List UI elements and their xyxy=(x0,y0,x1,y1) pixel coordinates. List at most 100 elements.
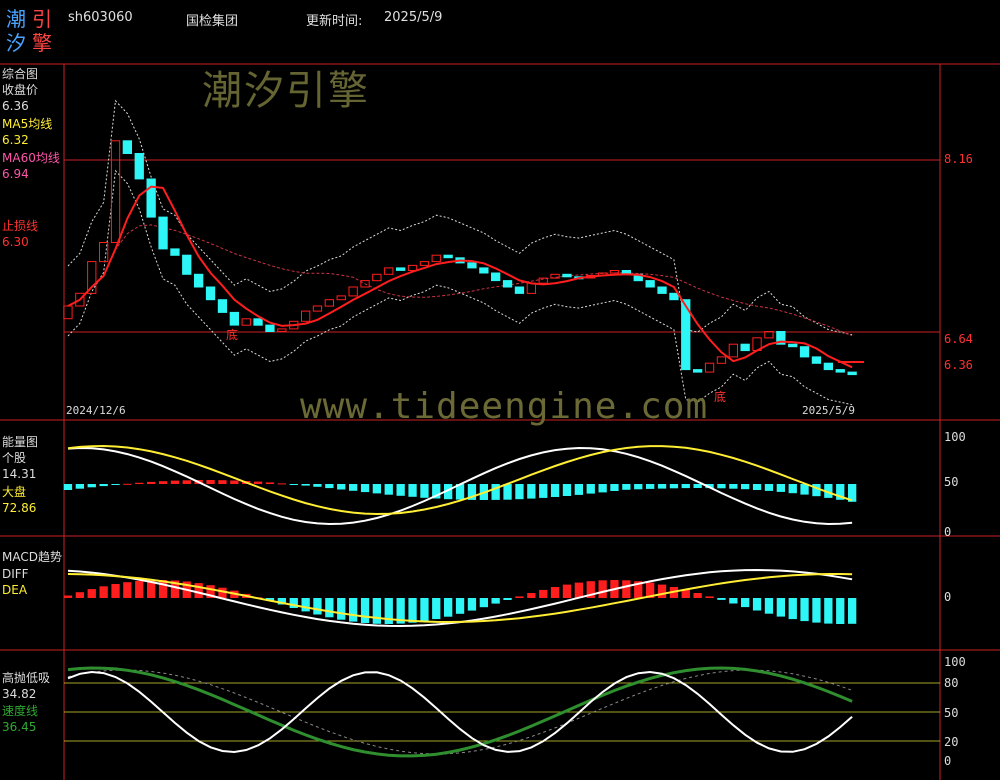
macd-bar xyxy=(432,598,441,620)
main-panel-title: 综合图 xyxy=(2,67,39,81)
energy-bar xyxy=(147,481,156,484)
energy-bar xyxy=(99,484,108,487)
macd-bar xyxy=(325,598,334,618)
price-candle xyxy=(502,280,513,288)
price-candle xyxy=(467,262,477,269)
dea-label: DEA xyxy=(2,583,28,597)
price-level-mid: 6.64 xyxy=(944,332,973,346)
macd-bar xyxy=(539,589,548,598)
macd-bar xyxy=(467,598,477,611)
macd-bar xyxy=(123,582,132,598)
energy-bar xyxy=(372,484,381,494)
energy-bar xyxy=(515,484,524,500)
energy-bar xyxy=(681,484,690,489)
bottom-mark: 底 xyxy=(714,390,727,404)
price-candle xyxy=(728,343,739,358)
energy-scale-0: 0 xyxy=(944,525,952,539)
macd-bar xyxy=(313,598,322,615)
price-candle xyxy=(514,286,525,294)
ma5-line xyxy=(67,185,853,369)
price-candle xyxy=(740,343,750,352)
price-candle xyxy=(479,267,489,274)
ma60-label: MA60均线 xyxy=(2,151,60,165)
macd-bar xyxy=(705,596,714,598)
energy-bar xyxy=(206,480,215,484)
energy-bar xyxy=(503,484,512,500)
macd-bar xyxy=(444,598,453,617)
stop-value: 6.30 xyxy=(2,235,29,249)
macd-bar xyxy=(99,586,108,598)
energy-bar xyxy=(158,481,168,484)
price-candle xyxy=(788,343,798,348)
date-start: 2024/12/6 xyxy=(66,404,126,417)
macd-bar xyxy=(800,598,809,622)
price-candle xyxy=(182,254,192,275)
bottom-mark: 底 xyxy=(226,328,239,342)
macd-bar xyxy=(337,598,346,620)
lower-band-line xyxy=(67,169,853,406)
energy-bar xyxy=(562,484,572,496)
price-candle xyxy=(110,140,121,243)
macd-bar xyxy=(360,598,370,623)
price-candle xyxy=(265,324,275,333)
highlow-scale-20: 20 xyxy=(944,735,959,749)
highlow-scale-80: 80 xyxy=(944,676,959,690)
macd-bar xyxy=(301,598,310,612)
price-candle xyxy=(336,295,346,301)
diff-label: DIFF xyxy=(2,567,29,581)
macd-bar xyxy=(503,598,512,600)
highlow-panel-title: 高抛低吸 xyxy=(2,671,51,685)
energy-bar xyxy=(289,484,298,485)
macd-bar xyxy=(741,598,750,608)
energy-bar xyxy=(123,483,132,485)
price-candle xyxy=(277,328,287,332)
speed-value: 36.45 xyxy=(2,720,37,734)
macd-bar xyxy=(622,580,631,598)
energy-market-label: 大盘 xyxy=(2,485,27,499)
energy-bar xyxy=(265,482,275,484)
price-candle xyxy=(491,272,501,282)
energy-bar xyxy=(253,481,263,484)
energy-bar xyxy=(752,484,762,490)
price-candle xyxy=(170,248,180,256)
watermark-url: www.tideengine.com xyxy=(300,386,709,427)
macd-bar xyxy=(408,598,417,623)
highlow-scale-0: 0 xyxy=(944,754,952,768)
price-candle xyxy=(194,273,204,288)
price-candle xyxy=(122,140,132,155)
price-candle xyxy=(396,267,406,271)
macd-bar xyxy=(788,598,797,620)
energy-scale-100: 100 xyxy=(944,430,966,444)
macd-bar xyxy=(574,582,583,598)
price-candle xyxy=(431,254,441,263)
energy-bar xyxy=(408,484,417,497)
energy-bar xyxy=(539,484,548,498)
energy-bar xyxy=(717,484,726,489)
price-candle xyxy=(799,346,810,358)
macd-panel-title: MACD趋势 xyxy=(2,550,62,564)
ma5-label: MA5均线 xyxy=(2,117,53,131)
energy-market-line xyxy=(67,444,853,516)
macd-bar xyxy=(836,598,845,624)
price-candle xyxy=(253,318,263,326)
highlow-value: 34.82 xyxy=(2,687,37,701)
macd-bar xyxy=(550,587,560,598)
macd-bar xyxy=(479,598,488,608)
energy-bar xyxy=(111,484,120,485)
upper-band-line xyxy=(67,99,853,336)
price-candle xyxy=(63,305,73,320)
macd-bar xyxy=(455,598,465,614)
energy-bar xyxy=(669,484,679,489)
price-candle xyxy=(562,273,572,278)
price-candle xyxy=(312,305,323,312)
macd-bar xyxy=(111,584,120,598)
energy-bar xyxy=(230,480,239,484)
macd-bar xyxy=(657,584,667,598)
energy-bar xyxy=(622,484,631,490)
energy-market-value: 72.86 xyxy=(2,501,37,515)
speed-label: 速度线 xyxy=(2,704,39,718)
macd-bar xyxy=(491,598,500,604)
energy-bar xyxy=(325,484,334,489)
price-candle xyxy=(217,299,228,313)
price-candle xyxy=(384,267,394,275)
